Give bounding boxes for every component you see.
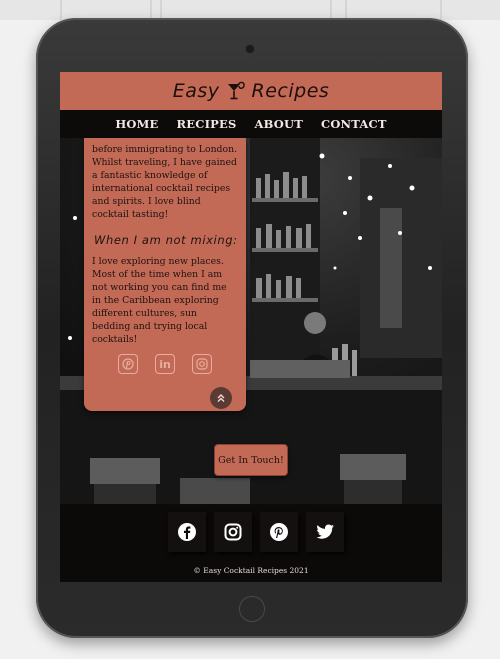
nav-contact[interactable]: CONTACT [321,117,387,131]
camera [246,45,254,53]
main-nav: HOME RECIPES ABOUT CONTACT [60,110,442,138]
card-social-links: in [118,354,212,374]
nav-home[interactable]: HOME [115,117,158,131]
nav-about[interactable]: ABOUT [255,117,303,131]
copyright-text: © Easy Cocktail Recipes 2021 [193,566,309,575]
brand-bar: Easy Recipes [60,72,442,110]
brand-name-right: Recipes [251,80,330,102]
get-in-touch-button[interactable]: Get In Touch! [214,444,288,476]
about-intro-text: before immigrating to London. Whilst tra… [92,144,238,220]
pinterest-icon[interactable] [260,512,298,552]
linkedin-icon[interactable]: in [155,354,175,374]
site-footer: © Easy Cocktail Recipes 2021 [60,504,442,582]
about-card: before immigrating to London. Whilst tra… [84,138,246,411]
footer-social-links [168,512,344,552]
about-subheading: When I am not mixing: [94,233,238,247]
double-chevron-up-icon[interactable] [210,387,232,409]
nav-recipes[interactable]: RECIPES [177,117,237,131]
cocktail-glass-icon [227,81,245,100]
facebook-icon[interactable] [168,512,206,552]
site-logo[interactable]: Easy Recipes [173,80,330,102]
tablet-screen: Easy Recipes HOME RECIPES ABOUT CONTACT [60,72,442,582]
about-body-text: I love exploring new places. Most of the… [92,256,227,345]
pinterest-icon[interactable] [118,354,138,374]
instagram-icon[interactable] [214,512,252,552]
instagram-icon[interactable] [192,354,212,374]
background-strip [0,0,500,20]
home-button[interactable] [239,596,265,622]
brand-name-left: Easy [172,80,220,102]
twitter-icon[interactable] [306,512,344,552]
